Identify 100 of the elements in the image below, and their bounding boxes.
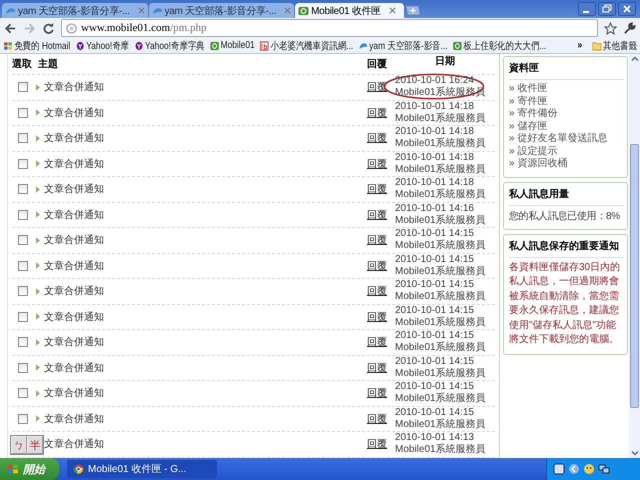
site-logo-icon bbox=[260, 40, 269, 50]
message-subject[interactable]: 文章合併通知 bbox=[44, 208, 367, 222]
cloud-icon bbox=[152, 6, 163, 16]
network-icon[interactable] bbox=[598, 463, 610, 475]
new-tab-icon[interactable] bbox=[404, 5, 421, 16]
message-sender: Mobile01系統服務員 bbox=[395, 418, 486, 431]
browser-tab[interactable]: yam 天空部落-影音分享-... bbox=[148, 3, 294, 18]
address-bar[interactable]: www.mobile01.com/pm.php bbox=[61, 19, 598, 37]
taskbar-window-button[interactable]: Mobile01 收件匣 - G... bbox=[67, 460, 217, 478]
browser-tab[interactable]: Mobile01 收件匣 bbox=[295, 3, 404, 18]
restore-icon[interactable] bbox=[598, 2, 616, 16]
message-sender: Mobile01系統服務員 bbox=[395, 189, 486, 202]
reply-link[interactable]: 回覆 bbox=[367, 412, 395, 426]
reply-link[interactable]: 回覆 bbox=[367, 106, 395, 120]
message-subject[interactable]: 文章合併通知 bbox=[44, 386, 367, 400]
row-checkbox[interactable] bbox=[18, 312, 28, 322]
reply-link[interactable]: 回覆 bbox=[367, 208, 395, 222]
vertical-scrollbar[interactable] bbox=[629, 54, 640, 458]
reply-link[interactable]: 回覆 bbox=[367, 258, 395, 273]
triangle-icon bbox=[36, 390, 40, 397]
column-header: 主題 bbox=[38, 57, 59, 71]
row-checkbox[interactable] bbox=[18, 414, 28, 424]
scroll-down-icon[interactable] bbox=[630, 448, 640, 458]
folder-link[interactable]: » 寄件匣 bbox=[509, 96, 624, 108]
reload-icon[interactable] bbox=[42, 22, 55, 34]
folder-link[interactable]: » 從好友名單發送訊息 bbox=[509, 133, 624, 146]
row-checkbox[interactable] bbox=[18, 82, 28, 92]
message-subject[interactable]: 文章合併通知 bbox=[44, 233, 367, 248]
row-checkbox[interactable] bbox=[18, 337, 28, 348]
bookmark-item[interactable]: Yahoo!奇摩字典 bbox=[134, 38, 205, 52]
page-icon bbox=[66, 22, 77, 34]
message-sender: Mobile01系統服務員 bbox=[395, 368, 486, 380]
reply-link[interactable]: 回覆 bbox=[367, 233, 395, 248]
bookmark-item[interactable]: Yahoo!奇摩 bbox=[75, 38, 130, 52]
reply-link[interactable]: 回覆 bbox=[367, 156, 395, 171]
message-subject[interactable]: 文章合併通知 bbox=[44, 156, 367, 171]
message-subject[interactable]: 文章合併通知 bbox=[44, 106, 367, 120]
ime-toggle-button[interactable]: ㄅ bbox=[11, 436, 27, 454]
wrench-icon[interactable] bbox=[623, 22, 636, 34]
message-subject[interactable]: 文章合併通知 bbox=[44, 360, 367, 375]
start-button[interactable]: 開始 bbox=[0, 458, 59, 480]
back-arrow-icon[interactable] bbox=[4, 22, 17, 34]
more-bookmarks-button[interactable]: » bbox=[577, 40, 582, 51]
folder-link[interactable]: » 儲存匣 bbox=[509, 120, 624, 133]
reply-link[interactable]: 回覆 bbox=[367, 360, 395, 375]
reply-link[interactable]: 回覆 bbox=[367, 335, 395, 350]
row-checkbox[interactable] bbox=[18, 388, 28, 398]
close-icon[interactable] bbox=[388, 7, 396, 14]
message-subject[interactable]: 文章合併通知 bbox=[44, 131, 367, 146]
tray-app-icon[interactable] bbox=[553, 463, 565, 475]
message-subject[interactable]: 文章合併通知 bbox=[44, 284, 367, 298]
message-subject[interactable]: 文章合併通知 bbox=[44, 437, 367, 452]
folder-link[interactable]: » 設定提示 bbox=[509, 146, 624, 158]
row-checkbox[interactable] bbox=[18, 133, 28, 144]
bookmark-item[interactable]: 小老婆汽機車資訊網... bbox=[260, 38, 354, 52]
site-logo-icon bbox=[210, 40, 219, 50]
reply-link[interactable]: 回覆 bbox=[367, 386, 395, 400]
column-header: 回覆 bbox=[367, 58, 388, 71]
reply-link[interactable]: 回覆 bbox=[367, 131, 395, 146]
message-date: 2010-10-01 14:13 bbox=[395, 432, 474, 444]
bookmark-item[interactable]: 板上住彰化的大大們... bbox=[452, 38, 546, 52]
ime-toggle-button[interactable]: 半 bbox=[27, 436, 43, 454]
message-date: 2010-10-01 14:16 bbox=[395, 202, 474, 214]
scroll-up-icon[interactable] bbox=[630, 54, 640, 64]
message-subject[interactable]: 文章合併通知 bbox=[44, 182, 367, 196]
row-checkbox[interactable] bbox=[18, 286, 28, 296]
other-bookmarks-item[interactable]: 其他書籤 bbox=[592, 38, 637, 52]
column-header: 選取 bbox=[12, 58, 33, 71]
row-checkbox[interactable] bbox=[18, 158, 28, 169]
reply-link[interactable]: 回覆 bbox=[367, 310, 395, 324]
browser-tab[interactable]: yam 天空部落-影音分享-... bbox=[2, 3, 148, 18]
close-icon[interactable] bbox=[618, 2, 636, 16]
message-subject[interactable]: 文章合併通知 bbox=[44, 335, 367, 350]
cloud-icon bbox=[358, 40, 368, 50]
scroll-thumb[interactable] bbox=[630, 144, 639, 408]
notice-text: 各資料匣僅儲存30日內的私人訊息，一但過期將會被系統自動清除，當您需要永久保存訊息，建議您使用"儲存私人訊息"功能將文件下載到您的電腦。 bbox=[509, 260, 622, 347]
row-checkbox[interactable] bbox=[18, 184, 28, 194]
reply-link[interactable]: 回覆 bbox=[367, 182, 395, 196]
bookmark-item[interactable]: 免費的 Hotmail bbox=[3, 38, 70, 52]
row-checkbox[interactable] bbox=[18, 260, 28, 271]
column-header: 日期 bbox=[434, 54, 456, 68]
minimize-icon[interactable] bbox=[578, 2, 596, 16]
row-checkbox[interactable] bbox=[18, 210, 28, 220]
row-checkbox[interactable] bbox=[18, 235, 28, 246]
row-checkbox[interactable] bbox=[18, 362, 28, 373]
folder-link[interactable]: » 寄件備份 bbox=[509, 108, 624, 120]
message-subject[interactable]: 文章合併通知 bbox=[44, 310, 367, 324]
smiley-icon[interactable] bbox=[583, 463, 595, 475]
reply-link[interactable]: 回覆 bbox=[367, 437, 395, 452]
message-subject[interactable]: 文章合併通知 bbox=[44, 412, 367, 426]
row-checkbox[interactable] bbox=[18, 108, 28, 118]
message-date: 2010-10-01 14:15 bbox=[395, 228, 474, 240]
folder-link[interactable]: » 資源回收桶 bbox=[509, 158, 624, 170]
message-subject[interactable]: 文章合併通知 bbox=[44, 258, 367, 273]
reply-link[interactable]: 回覆 bbox=[367, 284, 395, 298]
star-icon[interactable] bbox=[604, 22, 617, 34]
bookmark-item[interactable]: Mobile01 bbox=[210, 40, 255, 51]
folder-link[interactable]: » 收件匣 bbox=[509, 83, 624, 96]
message-subject[interactable]: 文章合併通知 bbox=[44, 80, 367, 94]
bookmark-item[interactable]: yam 天空部落-影音... bbox=[358, 38, 448, 52]
